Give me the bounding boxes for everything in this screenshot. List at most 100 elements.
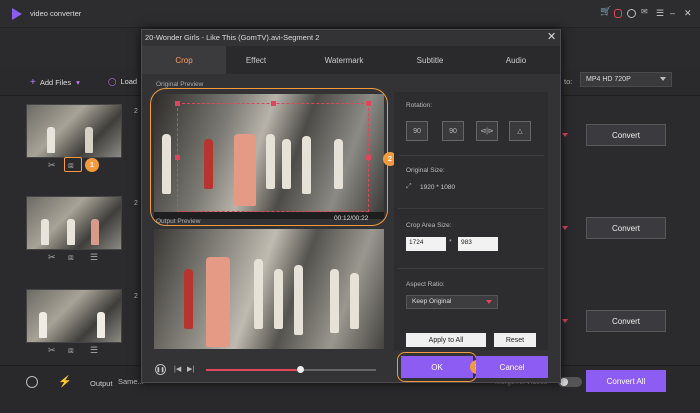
- dancer-figure: [294, 265, 303, 335]
- original-preview-label: Original Preview: [156, 81, 204, 88]
- dancer-figure: [254, 259, 263, 329]
- chevron-down-icon: [660, 77, 666, 81]
- app-top-bar: [0, 0, 700, 28]
- crop-icon-highlight: [64, 157, 82, 172]
- cart-icon[interactable]: 🛒: [600, 6, 611, 16]
- original-size-label: Original Size:: [406, 167, 445, 174]
- dialog-title: 20-Wonder Girls - Like This (GomTV).avi-…: [145, 33, 320, 42]
- apply-to-all-button[interactable]: Apply to All: [406, 333, 486, 347]
- flip-vertical-button[interactable]: △: [509, 121, 531, 141]
- step-badge: 1: [85, 158, 99, 172]
- chevron-down-icon: [486, 300, 492, 304]
- dancer-figure: [350, 273, 359, 329]
- original-size-value: 1920 * 1080: [420, 184, 456, 191]
- close-icon[interactable]: ✕: [547, 30, 556, 43]
- close-window-icon[interactable]: ✕: [684, 8, 692, 19]
- reset-button[interactable]: Reset: [494, 333, 536, 347]
- convert-to-label: to:: [564, 77, 573, 86]
- flip-vertical-icon: △: [517, 128, 523, 135]
- load-button[interactable]: ◯ Load: [108, 77, 137, 86]
- pause-icon[interactable]: ❚❚: [155, 364, 166, 375]
- effects-icon[interactable]: ☰: [90, 252, 98, 263]
- dancer-figure: [206, 257, 230, 347]
- trim-icon[interactable]: ✂: [48, 345, 56, 356]
- trim-icon[interactable]: ✂: [48, 252, 56, 263]
- tab-subtitle[interactable]: Subtitle: [388, 46, 472, 74]
- gift-icon[interactable]: [614, 9, 622, 18]
- dancer-figure: [330, 269, 339, 333]
- tab-watermark[interactable]: Watermark: [302, 46, 386, 74]
- video-thumbnail[interactable]: [26, 289, 122, 343]
- convert-all-button[interactable]: Convert All: [586, 370, 666, 392]
- crop-width-input[interactable]: 1724: [406, 237, 446, 251]
- load-label: Load: [120, 77, 138, 86]
- aspect-ratio-select[interactable]: Keep Original: [406, 295, 498, 309]
- dancer-figure: [274, 269, 283, 329]
- thumb-figure: [97, 312, 105, 338]
- load-icon: ◯: [108, 77, 117, 86]
- row-index: 2: [134, 200, 138, 207]
- thumb-figure: [91, 219, 99, 245]
- convert-button[interactable]: Convert: [586, 310, 666, 332]
- thumb-figure: [39, 312, 47, 338]
- rotate-left-button[interactable]: 90: [406, 121, 428, 141]
- seek-handle[interactable]: [297, 366, 304, 373]
- chevron-down-icon[interactable]: [562, 226, 568, 230]
- rotation-label: Rotation:: [406, 102, 433, 109]
- next-frame-icon[interactable]: ▶|: [187, 365, 194, 373]
- video-thumbnail[interactable]: [26, 196, 122, 250]
- output-path[interactable]: Same...: [118, 377, 144, 386]
- thumb-figure: [41, 219, 49, 245]
- row-index: 2: [134, 293, 138, 300]
- row-tools: ✂ ⧈ ☰: [46, 252, 106, 264]
- feedback-icon[interactable]: ✉: [641, 7, 651, 17]
- row-tools: ✂ ⧈ ☰: [46, 345, 106, 357]
- flip-horizontal-icon: ⊲|⊳: [480, 128, 494, 135]
- ok-highlight: [397, 352, 477, 382]
- divider: [398, 268, 544, 269]
- trim-icon[interactable]: ✂: [48, 160, 56, 171]
- aspect-ratio-label: Aspect Ratio:: [406, 281, 445, 288]
- flip-horizontal-button[interactable]: ⊲|⊳: [476, 121, 498, 141]
- crop-height-input[interactable]: 983: [458, 237, 498, 251]
- convert-button[interactable]: Convert: [586, 217, 666, 239]
- times-sign: *: [449, 239, 452, 246]
- output-format-select[interactable]: MP4 HD 720P: [580, 72, 672, 87]
- previous-frame-icon[interactable]: |◀: [174, 365, 181, 373]
- row-index: 2: [134, 108, 138, 115]
- chevron-down-icon: ▾: [76, 78, 80, 87]
- effects-icon[interactable]: ☰: [90, 345, 98, 356]
- tab-audio[interactable]: Audio: [474, 46, 558, 74]
- bolt-icon[interactable]: ⚡: [58, 375, 72, 388]
- tab-effect[interactable]: Effect: [214, 46, 298, 74]
- crop-icon[interactable]: ⧈: [68, 252, 74, 263]
- divider: [398, 155, 544, 156]
- chevron-down-icon[interactable]: [562, 133, 568, 137]
- account-icon[interactable]: [627, 9, 636, 18]
- video-thumbnail[interactable]: [26, 104, 122, 158]
- seek-progress: [206, 369, 300, 371]
- thumb-figure: [47, 127, 55, 153]
- app-title: video converter: [30, 9, 82, 18]
- add-files-button[interactable]: + Add Files ▾: [30, 77, 80, 88]
- alarm-icon[interactable]: [26, 376, 38, 388]
- divider: [398, 208, 544, 209]
- add-icon: +: [30, 77, 36, 88]
- minimize-icon[interactable]: –: [670, 8, 675, 18]
- crop-area-label: Crop Area Size:: [406, 222, 452, 229]
- chevron-down-icon[interactable]: [562, 319, 568, 323]
- add-files-label: Add Files: [39, 78, 72, 87]
- merge-toggle[interactable]: [558, 377, 582, 387]
- rotate-left-icon: 90: [413, 127, 421, 135]
- aspect-ratio-value: Keep Original: [412, 298, 452, 305]
- thumb-figure: [67, 219, 75, 245]
- crop-icon[interactable]: ⧈: [68, 345, 74, 356]
- dancer-figure: [184, 269, 193, 329]
- rotate-right-icon: 90: [449, 127, 457, 135]
- convert-button[interactable]: Convert: [586, 124, 666, 146]
- format-value: MP4 HD 720P: [586, 76, 631, 83]
- rotate-right-button[interactable]: 90: [442, 121, 464, 141]
- menu-icon[interactable]: ☰: [656, 8, 664, 19]
- cancel-button[interactable]: Cancel: [476, 356, 548, 378]
- output-preview-image: [154, 229, 384, 349]
